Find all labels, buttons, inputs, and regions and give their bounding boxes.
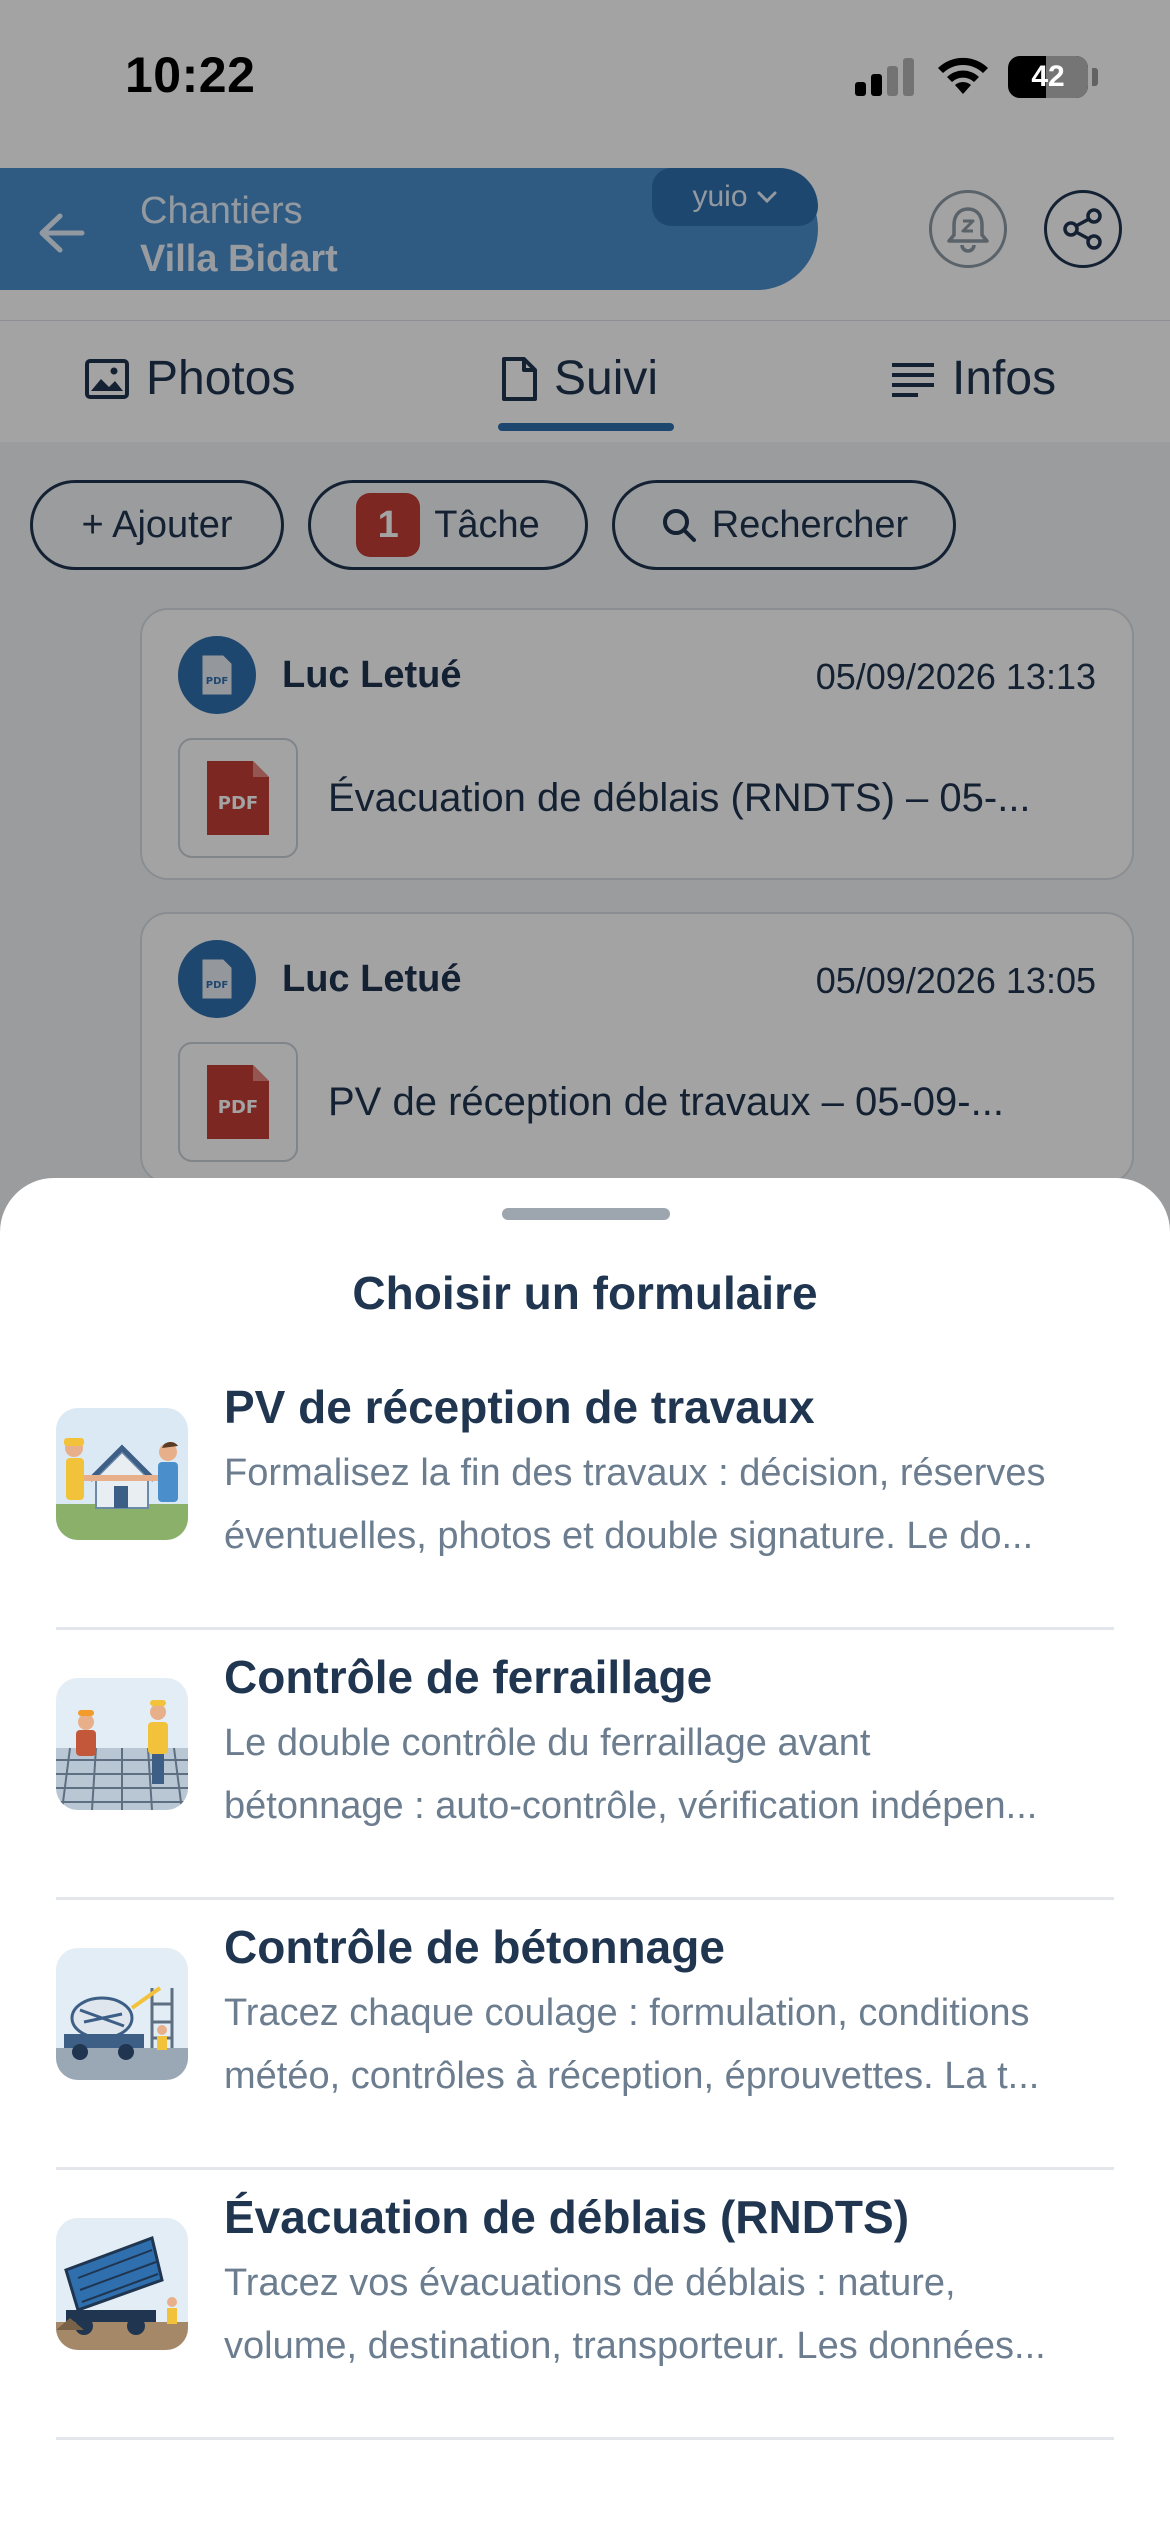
concrete-mixer-illustration (56, 1948, 188, 2080)
handshake-house-illustration (56, 1408, 188, 1540)
form-description-line: Formalisez la fin des travaux : décision… (224, 1452, 1046, 1494)
dump-truck-illustration (56, 2218, 188, 2350)
sheet-title: Choisir un formulaire (352, 1267, 818, 1319)
form-description-line: Le double contrôle du ferraillage avant (224, 1722, 871, 1764)
form-option-evacuation-deblais[interactable]: Évacuation de déblais (RNDTS) Tracez vos… (56, 2170, 1114, 2440)
form-title: PV de réception de travaux (224, 1381, 815, 1433)
form-description: Tracez vos évacuations de déblais : natu… (224, 2252, 1114, 2378)
form-description-line: éventuelles, photos et double signature.… (224, 1515, 1034, 1557)
form-title: Évacuation de déblais (RNDTS) (224, 2191, 910, 2243)
form-option-pv-reception[interactable]: PV de réception de travaux Formalisez la… (56, 1360, 1114, 1630)
sheet-drag-handle[interactable] (502, 1208, 670, 1220)
form-title: Contrôle de bétonnage (224, 1921, 725, 1973)
form-description-line: Tracez chaque coulage : formulation, con… (224, 1992, 1030, 2034)
form-description-line: météo, contrôles à réception, éprouvette… (224, 2055, 1040, 2097)
form-description-line: volume, destination, transporteur. Les d… (224, 2325, 1046, 2367)
form-description: Le double contrôle du ferraillage avant … (224, 1712, 1114, 1838)
form-option-betonnage[interactable]: Contrôle de bétonnage Tracez chaque coul… (56, 1900, 1114, 2170)
form-description-line: bétonnage : auto-contrôle, vérification … (224, 1785, 1038, 1827)
form-description: Formalisez la fin des travaux : décision… (224, 1442, 1114, 1568)
form-option-ferraillage[interactable]: Contrôle de ferraillage Le double contrô… (56, 1630, 1114, 1900)
form-title: Contrôle de ferraillage (224, 1651, 713, 1703)
form-picker-sheet: Choisir un formulaire PV de réception de… (0, 1178, 1170, 2532)
battery-level: 42 (1031, 60, 1065, 93)
form-description: Tracez chaque coulage : formulation, con… (224, 1982, 1114, 2108)
rebar-workers-illustration (56, 1678, 188, 1810)
form-description-line: Tracez vos évacuations de déblais : natu… (224, 2262, 956, 2304)
